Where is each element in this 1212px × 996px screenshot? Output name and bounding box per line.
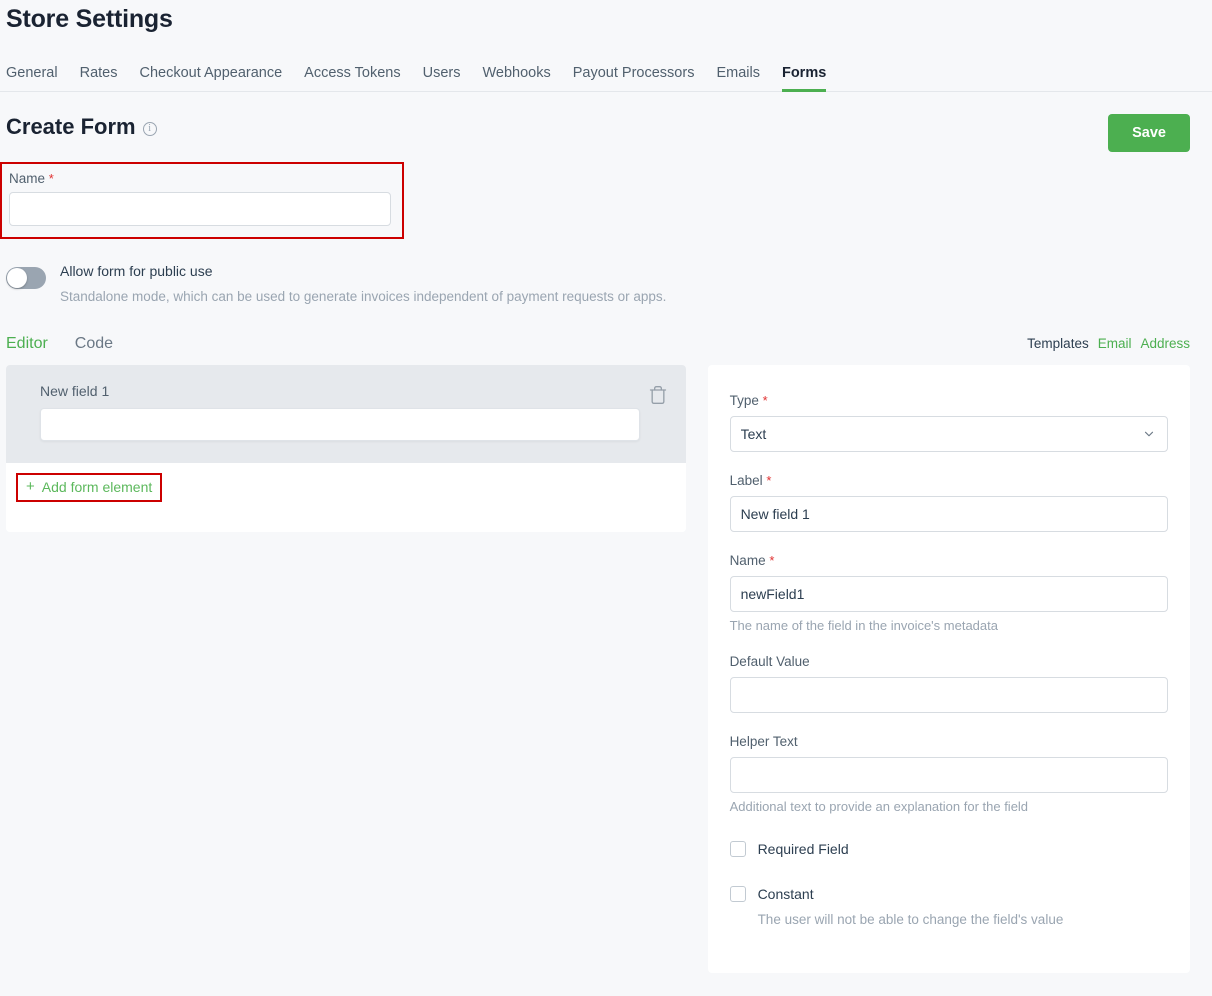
plus-icon: + — [26, 479, 35, 494]
allow-public-use-toggle[interactable] — [6, 267, 46, 289]
name-label: Name * — [730, 553, 1168, 568]
tab-users[interactable]: Users — [423, 66, 483, 92]
info-icon[interactable]: i — [143, 122, 157, 136]
templates-label: Templates — [1027, 336, 1089, 351]
template-link-email[interactable]: Email — [1098, 336, 1132, 351]
tab-general[interactable]: General — [6, 66, 80, 92]
subtab-code[interactable]: Code — [75, 335, 113, 353]
label-required-mark: * — [766, 473, 771, 488]
property-name: Name * The name of the field in the invo… — [730, 553, 1168, 633]
tab-webhooks[interactable]: Webhooks — [483, 66, 573, 92]
form-field-card[interactable]: New field 1 — [6, 365, 686, 463]
name-help-text: The name of the field in the invoice's m… — [730, 618, 1168, 633]
required-field-checkbox[interactable] — [730, 841, 746, 857]
toggle-knob — [7, 268, 27, 288]
templates-group: Templates Email Address — [1027, 336, 1190, 351]
trash-icon[interactable] — [648, 385, 668, 405]
default-value-label: Default Value — [730, 654, 1168, 669]
form-name-highlight-box: Name * — [0, 162, 404, 239]
public-use-description: Standalone mode, which can be used to ge… — [60, 288, 666, 307]
name-required-mark: * — [769, 553, 774, 568]
form-name-label-text: Name — [9, 171, 45, 186]
label-label-text: Label — [730, 473, 763, 488]
form-editor-panel: New field 1 + Add form element — [6, 365, 686, 532]
property-default-value: Default Value — [730, 654, 1168, 713]
required-field-label[interactable]: Required Field — [758, 840, 849, 859]
public-use-title: Allow form for public use — [60, 261, 666, 282]
create-form-header: Create Form i Save — [0, 92, 1212, 152]
constant-texts: Constant The user will not be able to ch… — [758, 885, 1064, 927]
form-field-card-label: New field 1 — [40, 383, 664, 399]
template-link-address[interactable]: Address — [1140, 336, 1190, 351]
add-form-element-label: Add form element — [42, 479, 153, 495]
label-input[interactable] — [730, 496, 1168, 532]
subtab-editor[interactable]: Editor — [6, 335, 48, 353]
default-value-input[interactable] — [730, 677, 1168, 713]
form-builder-body: New field 1 + Add form element Type * — [0, 353, 1212, 973]
name-input[interactable] — [730, 576, 1168, 612]
tab-checkout-appearance[interactable]: Checkout Appearance — [139, 66, 304, 92]
constant-help-text: The user will not be able to change the … — [758, 912, 1064, 927]
constant-checkbox[interactable] — [730, 886, 746, 902]
editor-mode-tabs: Editor Code — [6, 335, 113, 353]
helper-text-input[interactable] — [730, 757, 1168, 793]
tab-emails[interactable]: Emails — [716, 66, 782, 92]
form-field-card-input[interactable] — [40, 408, 640, 441]
public-use-texts: Allow form for public use Standalone mod… — [60, 261, 666, 307]
name-label-text: Name — [730, 553, 766, 568]
type-label-text: Type — [730, 393, 759, 408]
field-properties-panel: Type * Label * Name * The name — [708, 365, 1190, 973]
save-button[interactable]: Save — [1108, 114, 1190, 152]
type-select[interactable] — [730, 416, 1168, 452]
editor-subbar: Editor Code Templates Email Address — [0, 307, 1212, 353]
settings-tabbar: General Rates Checkout Appearance Access… — [0, 54, 1212, 92]
constant-label[interactable]: Constant — [758, 885, 1064, 904]
helper-text-label: Helper Text — [730, 734, 1168, 749]
type-required-mark: * — [763, 393, 768, 408]
page-title: Store Settings — [0, 0, 1212, 34]
tab-payout-processors[interactable]: Payout Processors — [573, 66, 717, 92]
form-name-label: Name * — [9, 171, 391, 186]
property-label: Label * — [730, 473, 1168, 532]
tab-access-tokens[interactable]: Access Tokens — [304, 66, 422, 92]
property-type: Type * — [730, 393, 1168, 452]
required-field-texts: Required Field — [758, 840, 849, 859]
public-use-toggle-row: Allow form for public use Standalone mod… — [0, 239, 1212, 307]
add-form-element-row: + Add form element — [6, 463, 686, 532]
required-field-row: Required Field — [730, 840, 1168, 859]
add-form-element-button[interactable]: + Add form element — [16, 473, 162, 502]
create-form-title: Create Form — [6, 114, 136, 140]
tab-forms[interactable]: Forms — [782, 66, 848, 92]
type-label: Type * — [730, 393, 1168, 408]
property-helper-text: Helper Text Additional text to provide a… — [730, 734, 1168, 814]
helper-text-help: Additional text to provide an explanatio… — [730, 799, 1168, 814]
create-form-title-group: Create Form i — [6, 114, 157, 140]
tab-rates[interactable]: Rates — [80, 66, 140, 92]
label-label: Label * — [730, 473, 1168, 488]
type-select-wrapper[interactable] — [730, 416, 1168, 452]
form-name-required-mark: * — [49, 171, 54, 186]
constant-row: Constant The user will not be able to ch… — [730, 885, 1168, 927]
form-name-input[interactable] — [9, 192, 391, 226]
